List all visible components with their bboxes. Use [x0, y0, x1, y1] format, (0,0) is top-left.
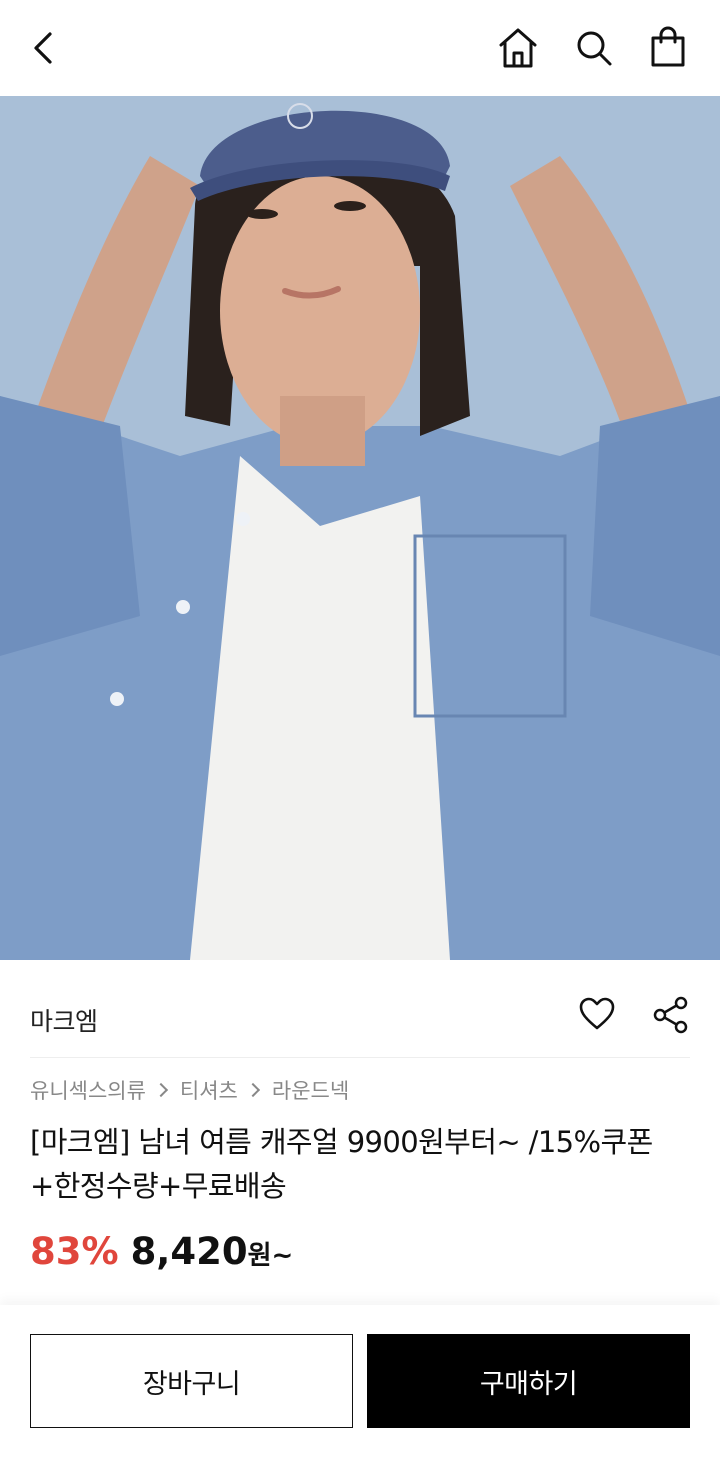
- top-navigation-bar: [0, 0, 720, 96]
- heart-icon[interactable]: [578, 996, 616, 1032]
- chevron-left-icon[interactable]: [26, 28, 62, 68]
- model-photo: [0, 96, 720, 960]
- brand-name[interactable]: 마크엠: [30, 1002, 98, 1038]
- breadcrumb-item[interactable]: 유니섹스의류: [30, 1075, 146, 1105]
- breadcrumb-item[interactable]: 티셔츠: [180, 1075, 238, 1105]
- divider: [30, 1057, 690, 1058]
- shopping-bag-icon[interactable]: [649, 26, 687, 68]
- product-info: 마크엠 유니섹스의류 티셔츠 라운드넥 [마크엠] 남녀 여름 캐주얼 9900…: [0, 960, 720, 1305]
- breadcrumb-item[interactable]: 라운드넥: [272, 1075, 349, 1105]
- chevron-right-icon: [153, 1082, 168, 1098]
- discount-rate: 83%: [30, 1230, 119, 1273]
- product-image[interactable]: [0, 96, 720, 960]
- search-icon[interactable]: [574, 28, 614, 68]
- sale-price: 8,420: [130, 1230, 248, 1273]
- bottom-action-bar: 장바구니 구매하기: [0, 1305, 720, 1459]
- add-to-cart-button[interactable]: 장바구니: [30, 1334, 353, 1428]
- price-suffix: 원~: [247, 1241, 294, 1271]
- home-icon[interactable]: [497, 26, 539, 70]
- breadcrumb: 유니섹스의류 티셔츠 라운드넥: [30, 1075, 349, 1105]
- price-row: 83% 8,420 원~: [30, 1230, 293, 1273]
- product-title: [마크엠] 남녀 여름 캐주얼 9900원부터~ /15%쿠폰+한정수량+무료배…: [30, 1125, 653, 1203]
- buy-now-button[interactable]: 구매하기: [367, 1334, 690, 1428]
- share-icon[interactable]: [652, 996, 690, 1034]
- chevron-right-icon: [245, 1082, 260, 1098]
